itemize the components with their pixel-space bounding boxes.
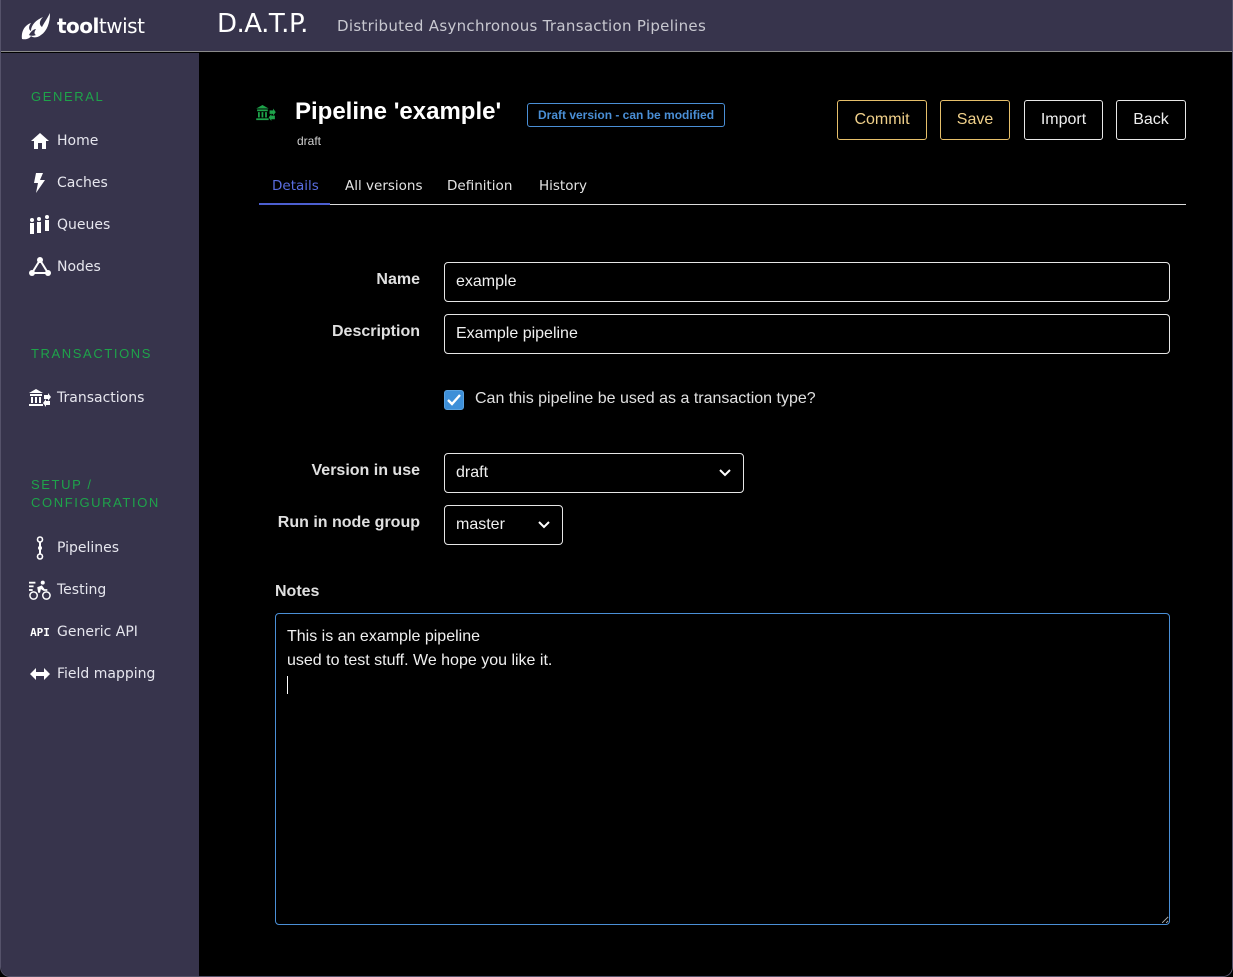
sidebar-item-label: Generic API bbox=[57, 624, 138, 640]
sidebar-item-generic-api[interactable]: API Generic API bbox=[29, 621, 138, 643]
name-input[interactable] bbox=[444, 262, 1170, 302]
sidebar-item-pipelines[interactable]: Pipelines bbox=[29, 536, 120, 560]
tooltwist-flame-icon bbox=[21, 13, 50, 40]
notes-label: Notes bbox=[275, 583, 320, 600]
page-subtitle: draft bbox=[297, 134, 322, 148]
sidebar-item-label: Nodes bbox=[57, 259, 101, 275]
sidebar-section-title-line: SETUP / bbox=[31, 477, 93, 492]
name-label: Name bbox=[376, 271, 420, 288]
chevron-down-icon bbox=[538, 521, 550, 529]
back-button[interactable]: Back bbox=[1116, 100, 1186, 140]
app-subtitle: Distributed Asynchronous Transaction Pip… bbox=[337, 17, 707, 35]
version-select[interactable]: draft bbox=[444, 453, 744, 493]
app-title: D.A.T.P. bbox=[217, 9, 308, 39]
node-group-label: Run in node group bbox=[277, 514, 420, 531]
cyclist-icon bbox=[29, 579, 51, 601]
version-label: Version in use bbox=[311, 462, 420, 479]
bank-transfer-icon bbox=[29, 387, 51, 409]
version-select-value: draft bbox=[456, 464, 489, 481]
arrows-horizontal-icon bbox=[29, 663, 51, 685]
tab-details[interactable]: Details bbox=[272, 178, 319, 194]
bolt-icon bbox=[29, 172, 51, 194]
sidebar-item-field-mapping[interactable]: Field mapping bbox=[29, 663, 155, 685]
status-badge: Draft version - can be modified bbox=[527, 103, 726, 127]
sidebar-item-label: Home bbox=[57, 133, 99, 149]
nodes-icon bbox=[29, 256, 51, 278]
sidebar-item-home[interactable]: Home bbox=[29, 130, 98, 152]
notes-textarea[interactable]: This is an example pipeline used to test… bbox=[275, 613, 1170, 925]
chevron-down-icon bbox=[719, 469, 731, 477]
top-bar: tooltwist D.A.T.P. Distributed Asynchron… bbox=[1, 0, 1232, 52]
node-group-select-value: master bbox=[456, 516, 505, 533]
active-tab-indicator bbox=[259, 203, 330, 205]
tab-definition[interactable]: Definition bbox=[447, 178, 512, 194]
import-button[interactable]: Import bbox=[1024, 100, 1103, 140]
tab-history[interactable]: History bbox=[539, 178, 587, 194]
transaction-type-label: Can this pipeline be used as a transacti… bbox=[475, 390, 816, 407]
home-icon bbox=[29, 130, 51, 152]
transaction-type-checkbox[interactable] bbox=[444, 390, 464, 410]
sidebar-item-nodes[interactable]: Nodes bbox=[29, 256, 101, 278]
api-icon: API bbox=[30, 625, 50, 639]
sidebar-section-setup: SETUP / CONFIGURATION bbox=[31, 476, 160, 512]
sidebar-section-title-line: CONFIGURATION bbox=[31, 495, 160, 510]
sidebar-section-general: GENERAL bbox=[31, 89, 105, 104]
sidebar-item-transactions[interactable]: Transactions bbox=[29, 387, 144, 409]
sidebar-item-testing[interactable]: Testing bbox=[29, 579, 106, 601]
sidebar-item-label: Field mapping bbox=[57, 666, 156, 682]
page-title: Pipeline 'example' bbox=[295, 98, 502, 125]
sidebar-item-label: Pipelines bbox=[57, 540, 120, 556]
tab-bar: Details All versions Definition History bbox=[259, 171, 1186, 205]
brand-name: tooltwist bbox=[57, 14, 145, 38]
tab-all-versions[interactable]: All versions bbox=[345, 178, 423, 194]
node-group-select[interactable]: master bbox=[444, 505, 563, 545]
description-label: Description bbox=[331, 323, 420, 340]
save-button[interactable]: Save bbox=[940, 100, 1010, 140]
sidebar-item-caches[interactable]: Caches bbox=[29, 172, 108, 194]
main-content: Pipeline 'example' draft Draft version -… bbox=[199, 53, 1232, 976]
brand-logo[interactable]: tooltwist bbox=[19, 11, 145, 41]
pipeline-icon bbox=[29, 536, 51, 560]
text-cursor bbox=[287, 676, 288, 694]
sidebar-item-queues[interactable]: Queues bbox=[29, 214, 110, 236]
checkmark-icon bbox=[447, 394, 461, 406]
sidebar-section-transactions: TRANSACTIONS bbox=[31, 346, 153, 361]
sidebar-item-label: Queues bbox=[57, 217, 111, 233]
bank-transfer-icon bbox=[256, 105, 276, 121]
people-queue-icon bbox=[29, 214, 51, 236]
commit-button[interactable]: Commit bbox=[837, 100, 927, 140]
description-input[interactable] bbox=[444, 314, 1170, 354]
sidebar-item-label: Caches bbox=[57, 175, 108, 191]
sidebar-item-label: Transactions bbox=[57, 390, 145, 406]
sidebar: GENERAL Home Caches Queues Nodes TRANSAC… bbox=[1, 53, 199, 976]
sidebar-item-label: Testing bbox=[57, 582, 107, 598]
app-window: tooltwist D.A.T.P. Distributed Asynchron… bbox=[0, 0, 1233, 977]
